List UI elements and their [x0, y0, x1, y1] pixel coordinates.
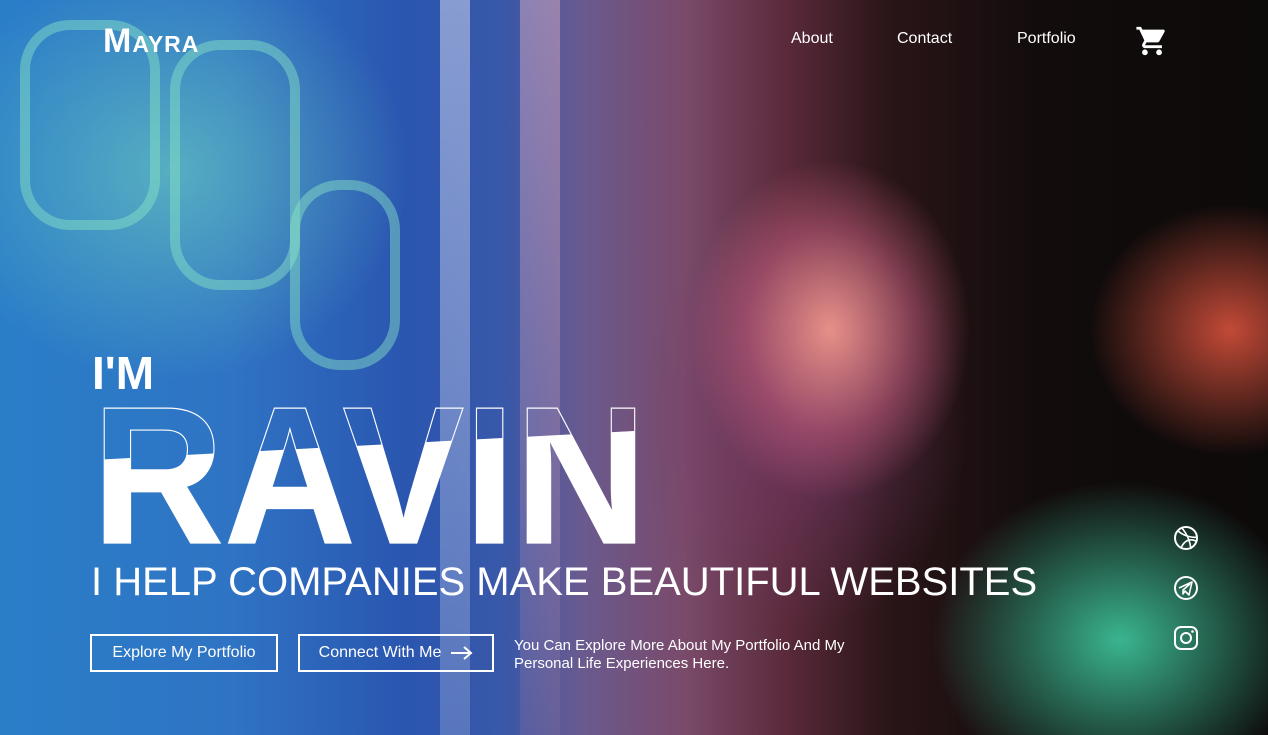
dribbble-icon[interactable] — [1172, 524, 1200, 552]
nav-contact[interactable]: Contact — [897, 30, 952, 48]
brand-initial: M — [103, 22, 133, 60]
instagram-icon[interactable] — [1172, 624, 1200, 652]
brand-rest: AYRA — [132, 31, 200, 57]
hero-section: MAYRA About Contact Portfolio I'M RAVIN … — [0, 0, 1268, 735]
connect-label: Connect With Me — [318, 644, 442, 661]
background-neon — [290, 180, 400, 370]
background-light — [440, 0, 470, 735]
hero-name: RAVIN RAVIN — [92, 400, 648, 550]
hero-tagline: I HELP COMPANIES MAKE BEAUTIFUL WEBSITES — [91, 560, 1038, 604]
cart-icon[interactable] — [1135, 24, 1169, 58]
nav-about[interactable]: About — [791, 30, 833, 48]
connect-button[interactable]: Connect With Me — [298, 634, 494, 672]
brand-logo[interactable]: MAYRA — [103, 22, 199, 61]
explore-portfolio-label: Explore My Portfolio — [112, 644, 256, 661]
nav-portfolio[interactable]: Portfolio — [1017, 30, 1076, 48]
explore-portfolio-button[interactable]: Explore My Portfolio — [90, 634, 278, 672]
hero-description: You Can Explore More About My Portfolio … — [514, 637, 845, 672]
arrow-right-icon — [451, 646, 473, 660]
background-neon — [170, 40, 300, 290]
telegram-icon[interactable] — [1172, 574, 1200, 602]
hero-intro: I'M — [92, 347, 155, 399]
background-light — [520, 0, 560, 735]
